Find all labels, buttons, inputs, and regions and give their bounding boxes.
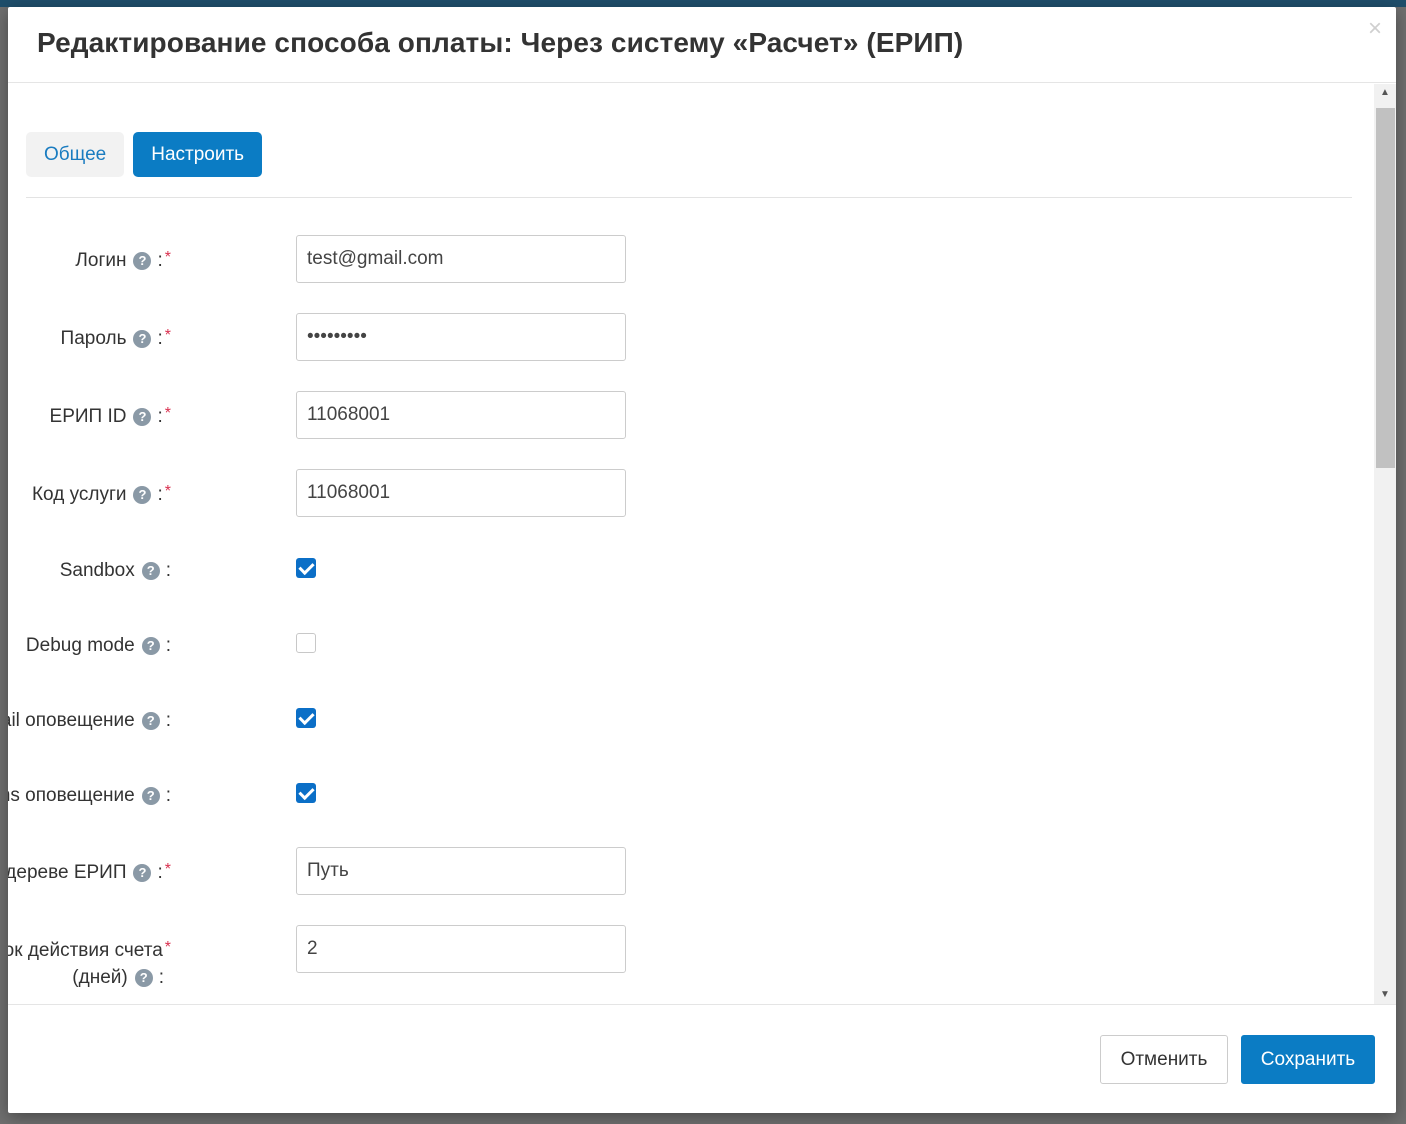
debug-mode-label: Debug mode?: [26, 631, 171, 660]
sms-notify-checkbox[interactable] [296, 783, 316, 803]
label-text: Sandbox [59, 560, 135, 581]
label-text: Пароль [60, 328, 127, 349]
email-notify-label: Email оповещение?: [8, 706, 171, 735]
modal-body: ОбщееНастроить Логин?:* Пароль?:* ЕРИП I… [8, 84, 1396, 1004]
help-icon[interactable]: ? [133, 486, 152, 504]
scroll-up-arrow-icon[interactable]: ▲ [1374, 84, 1396, 102]
colon: : [157, 484, 163, 505]
invoice-term-label-line2: (дней)?: [72, 963, 164, 992]
colon: : [165, 785, 171, 806]
tab-general[interactable]: Общее [26, 132, 125, 177]
tabs: Общее Настроить [26, 132, 271, 177]
sandbox-checkbox[interactable] [296, 558, 316, 578]
help-icon[interactable]: ? [133, 330, 152, 348]
colon: : [157, 328, 163, 349]
login-input[interactable] [296, 235, 626, 283]
close-icon[interactable]: × [1368, 17, 1382, 41]
label-text: Sms оповещение [8, 785, 135, 806]
erip-path-label: Путь в дереве ЕРИП?:* [8, 855, 171, 887]
help-icon[interactable]: ? [133, 408, 152, 426]
erip-id-label: ЕРИП ID?: * [50, 399, 171, 431]
help-icon[interactable]: ? [141, 562, 160, 580]
service-code-label: Код услуги?: * [32, 477, 171, 509]
erip-id-input[interactable] [296, 391, 626, 439]
scrollbar[interactable]: ▲ ▼ [1374, 84, 1396, 1004]
help-icon[interactable]: ? [141, 787, 160, 805]
label-text: Логин [75, 250, 127, 271]
invoice-term-input[interactable] [296, 925, 626, 973]
erip-path-input[interactable] [296, 847, 626, 895]
help-icon[interactable]: ? [133, 864, 152, 882]
help-icon[interactable]: ? [141, 637, 160, 655]
required-mark: * [164, 327, 171, 344]
sandbox-label: Sandbox?: [60, 556, 171, 585]
colon: : [165, 635, 171, 656]
save-button[interactable]: Сохранить [1241, 1035, 1375, 1084]
colon: : [158, 967, 164, 988]
modal-header: Редактирование способа оплаты: Через сис… [8, 7, 1396, 83]
required-mark: * [164, 861, 171, 878]
invoice-term-label: Срок действия счета* [8, 933, 171, 965]
colon: : [157, 250, 163, 271]
login-label: Логин?: * [75, 243, 171, 275]
debug-mode-checkbox[interactable] [296, 633, 316, 653]
label-text: ЕРИП ID [49, 406, 127, 427]
label-text: Путь в дереве ЕРИП [8, 862, 127, 883]
email-notify-checkbox[interactable] [296, 708, 316, 728]
label-text-line2: (дней) [72, 967, 128, 988]
tab-settings[interactable]: Настроить [133, 132, 263, 177]
edit-payment-method-modal: Редактирование способа оплаты: Через сис… [8, 7, 1396, 1113]
colon: : [165, 560, 171, 581]
required-mark: * [164, 939, 171, 956]
required-mark: * [164, 249, 171, 266]
scrollbar-thumb[interactable] [1376, 108, 1395, 468]
service-code-input[interactable] [296, 469, 626, 517]
label-text-line1: Срок действия счета [8, 940, 163, 961]
help-icon[interactable]: ? [134, 969, 153, 987]
sms-notify-label: Sms оповещение?: [8, 781, 171, 810]
background-top-bar [0, 0, 1406, 7]
help-icon[interactable]: ? [133, 252, 152, 270]
scroll-down-arrow-icon[interactable]: ▼ [1374, 986, 1396, 1004]
cancel-button[interactable]: Отменить [1100, 1035, 1228, 1084]
tabs-divider [26, 197, 1352, 198]
required-mark: * [164, 483, 171, 500]
colon: : [157, 862, 163, 883]
label-text: Email оповещение [8, 710, 135, 731]
modal-footer: Отменить Сохранить [8, 1004, 1396, 1113]
required-mark: * [164, 405, 171, 422]
colon: : [157, 406, 163, 427]
label-text: Код услуги [31, 484, 127, 505]
password-input[interactable] [296, 313, 626, 361]
colon: : [165, 710, 171, 731]
help-icon[interactable]: ? [141, 712, 160, 730]
label-text: Debug mode [25, 635, 135, 656]
modal-title: Редактирование способа оплаты: Через сис… [37, 27, 964, 58]
password-label: Пароль?: * [61, 321, 171, 353]
